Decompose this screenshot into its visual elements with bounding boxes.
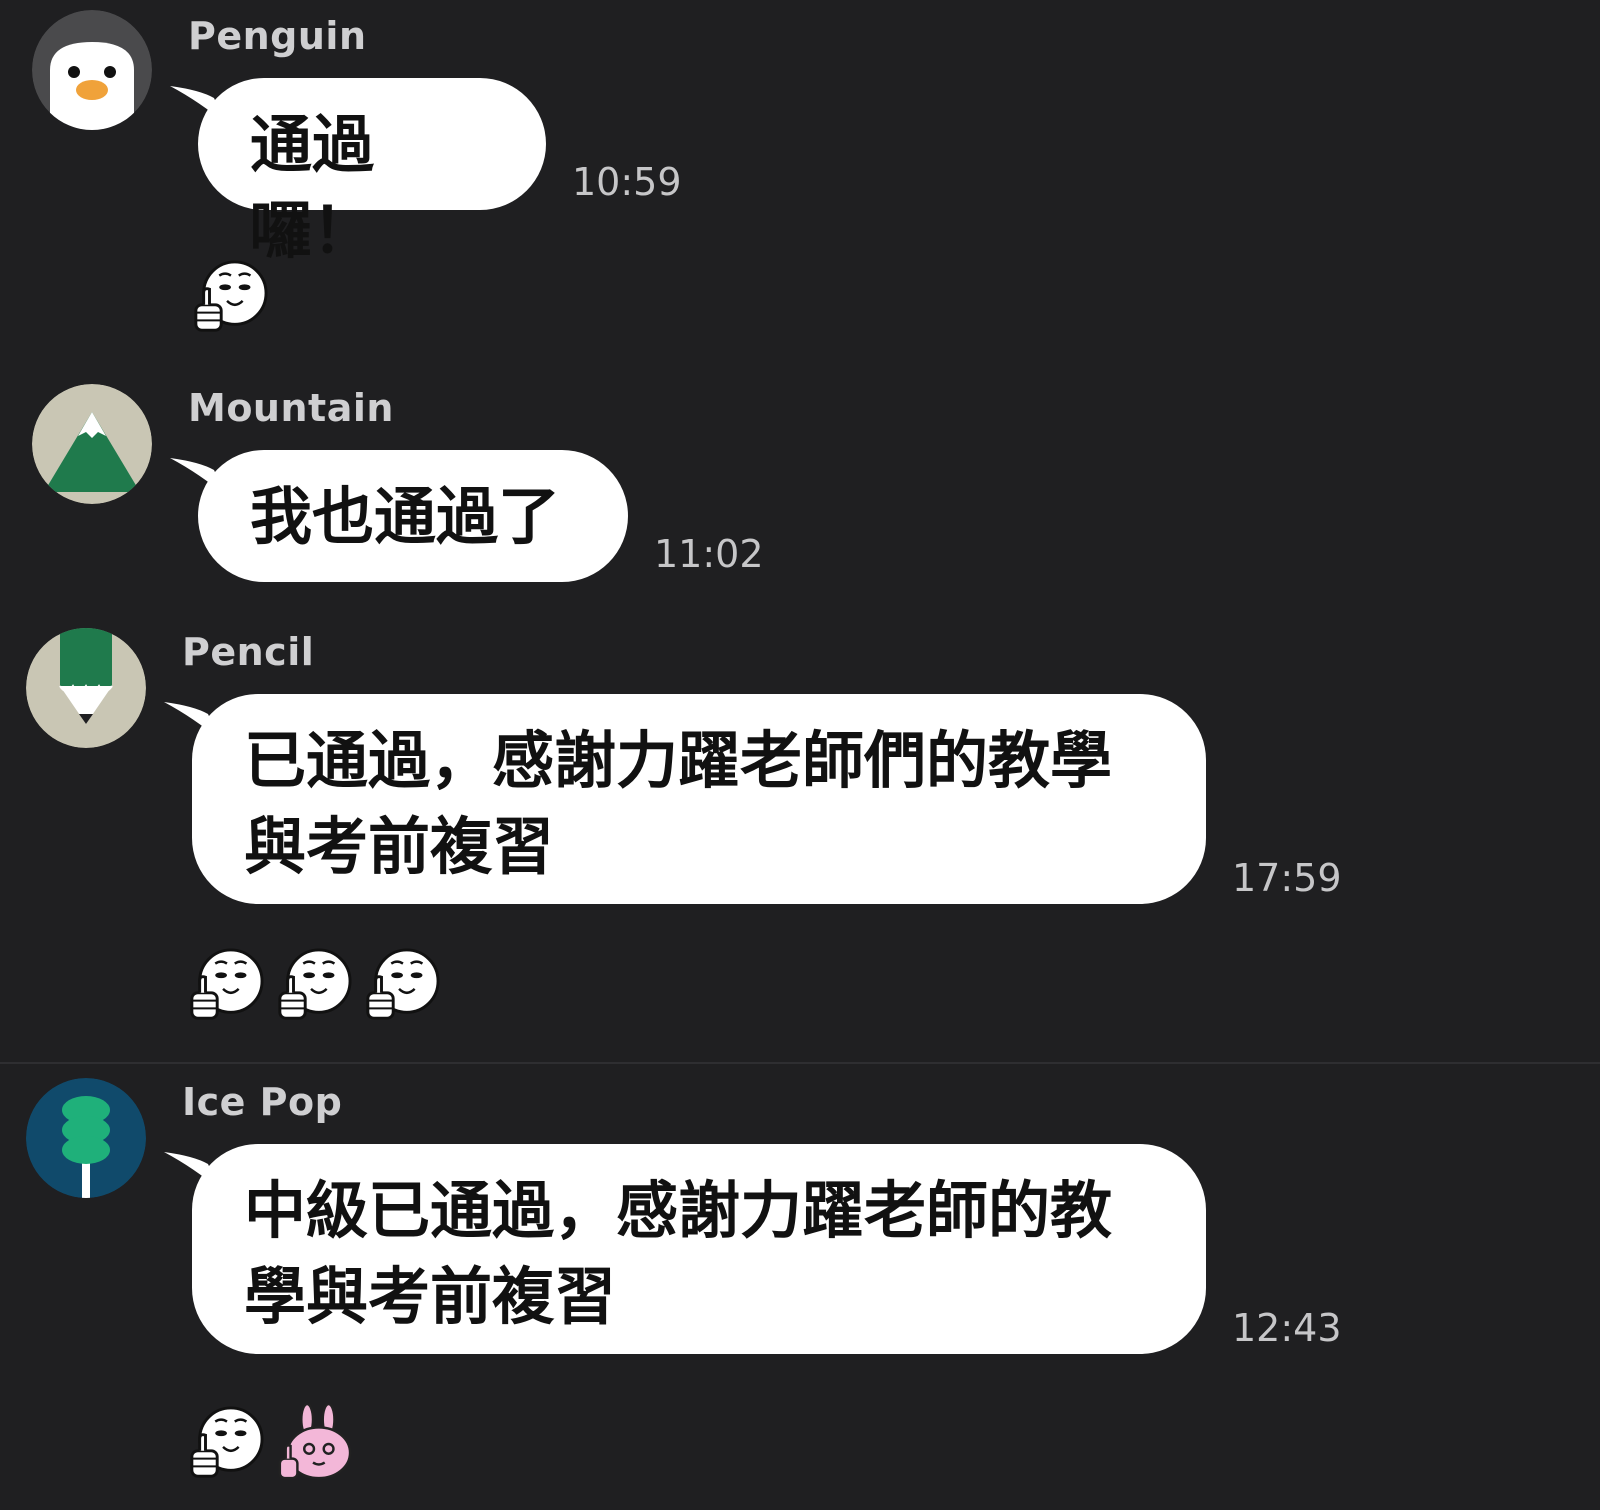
thumbs-up-face-icon[interactable] [274, 946, 352, 1024]
pink-bunny-thumbs-up-icon[interactable] [274, 1404, 352, 1482]
thumbs-up-face-icon[interactable] [186, 946, 264, 1024]
reactions-row [190, 258, 268, 336]
thumbs-up-face-icon[interactable] [186, 1404, 264, 1482]
thumbs-up-face-icon[interactable] [190, 258, 268, 336]
sender-name: Penguin [188, 14, 367, 58]
divider [0, 1062, 1600, 1064]
sender-name: Pencil [182, 630, 315, 674]
message-text: 已通過，感謝力躍老師們的教學 與考前複習 [244, 724, 1113, 883]
chat-thread: Penguin 通過囉！ 10:59 Mountain 我也通過了 11:02 … [0, 0, 1600, 1510]
message-time: 10:59 [572, 160, 682, 204]
avatar-pencil[interactable] [26, 628, 146, 748]
pencil-icon [26, 628, 146, 748]
message-bubble[interactable]: 通過囉！ [198, 78, 546, 267]
sender-name: Mountain [188, 386, 394, 430]
bubble-tail [170, 84, 230, 132]
message-time: 11:02 [654, 532, 764, 576]
bubble-tail [170, 456, 230, 504]
avatar-mountain[interactable] [32, 384, 152, 504]
penguin-icon [32, 10, 152, 130]
sender-name: Ice Pop [182, 1080, 343, 1124]
message-text: 我也通過了 [250, 480, 561, 553]
ice-pop-icon [26, 1078, 146, 1198]
reactions-row [186, 1404, 352, 1482]
message-bubble[interactable]: 已通過，感謝力躍老師們的教學 與考前複習 [192, 694, 1206, 904]
reactions-row [186, 946, 440, 1024]
thumbs-up-face-icon[interactable] [362, 946, 440, 1024]
bubble-tail [164, 700, 224, 748]
avatar-penguin[interactable] [32, 10, 152, 130]
message-time: 17:59 [1232, 856, 1342, 900]
message-time: 12:43 [1232, 1306, 1342, 1350]
message-bubble[interactable]: 我也通過了 [198, 450, 628, 582]
bubble-tail [164, 1150, 224, 1198]
message-text: 中級已通過，感謝力躍老師的教 學與考前複習 [244, 1174, 1113, 1333]
mountain-icon [32, 384, 152, 504]
message-text: 通過囉！ [250, 108, 375, 267]
message-bubble[interactable]: 中級已通過，感謝力躍老師的教 學與考前複習 [192, 1144, 1206, 1354]
avatar-ice-pop[interactable] [26, 1078, 146, 1198]
